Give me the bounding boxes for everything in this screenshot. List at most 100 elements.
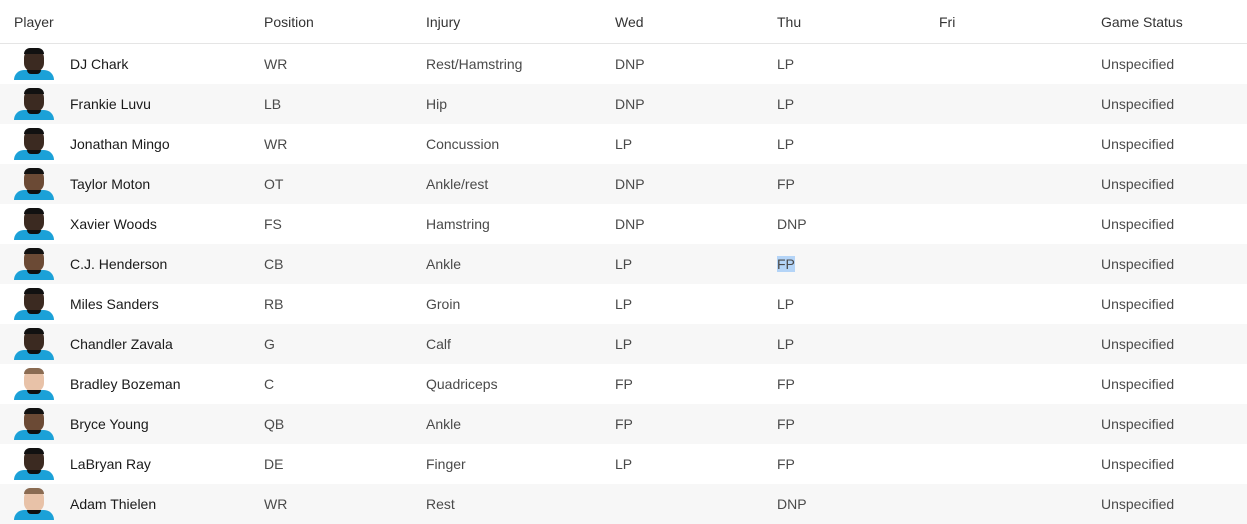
player-name[interactable]: Chandler Zavala <box>70 336 173 352</box>
thu-cell: FP <box>777 404 939 444</box>
header-injury[interactable]: Injury <box>426 0 615 44</box>
position-cell: OT <box>264 164 426 204</box>
thu-cell: LP <box>777 324 939 364</box>
header-player[interactable]: Player <box>0 0 264 44</box>
table-row: Bryce Young QB Ankle FP FP Unspecified <box>0 404 1247 444</box>
position-cell: FS <box>264 216 282 232</box>
wed-cell: LP <box>615 296 633 312</box>
player-name[interactable]: Frankie Luvu <box>70 96 151 112</box>
thu-cell: FP <box>777 456 795 472</box>
wed-cell: FP <box>615 376 633 392</box>
player-name[interactable]: LaBryan Ray <box>70 456 151 472</box>
fri-cell <box>939 244 1101 284</box>
game-status-cell: Unspecified <box>1101 216 1175 232</box>
wed-cell: LP <box>615 324 777 364</box>
injury-cell: Quadriceps <box>426 376 498 392</box>
injury-cell: Hip <box>426 84 615 124</box>
injury-cell: Ankle <box>426 244 615 284</box>
position-cell: WR <box>264 484 426 524</box>
injury-cell: Finger <box>426 456 466 472</box>
player-headshot-icon[interactable] <box>14 88 54 120</box>
player-name[interactable]: Taylor Moton <box>70 176 150 192</box>
player-name[interactable]: Bradley Bozeman <box>70 376 181 392</box>
player-name[interactable]: C.J. Henderson <box>70 256 167 272</box>
game-status-cell: Unspecified <box>1101 376 1175 392</box>
position-cell: WR <box>264 136 288 152</box>
wed-cell: LP <box>615 136 633 152</box>
fri-cell <box>939 204 1101 244</box>
thu-cell: LP <box>777 84 939 124</box>
wed-cell: LP <box>615 456 633 472</box>
header-thu[interactable]: Thu <box>777 0 939 44</box>
player-name[interactable]: Miles Sanders <box>70 296 159 312</box>
game-status-cell: Unspecified <box>1101 84 1247 124</box>
injury-cell: Rest/Hamstring <box>426 56 523 72</box>
player-headshot-icon[interactable] <box>14 128 54 160</box>
thu-cell: DNP <box>777 484 939 524</box>
injury-report-table: Player Position Injury Wed Thu Fri Game … <box>0 0 1247 524</box>
wed-cell <box>615 484 777 524</box>
thu-cell: FP <box>777 244 939 284</box>
thu-cell: FP <box>777 376 795 392</box>
fri-cell <box>939 84 1101 124</box>
table-row: Xavier Woods FS Hamstring DNP DNP Unspec… <box>0 204 1247 244</box>
table-row: Frankie Luvu LB Hip DNP LP Unspecified <box>0 84 1247 124</box>
player-headshot-icon[interactable] <box>14 488 54 520</box>
player-headshot-icon[interactable] <box>14 448 54 480</box>
injury-cell: Groin <box>426 296 461 312</box>
position-cell: QB <box>264 404 426 444</box>
table-row: Chandler Zavala G Calf LP LP Unspecified <box>0 324 1247 364</box>
selected-text[interactable]: FP <box>777 256 795 272</box>
fri-cell <box>939 404 1101 444</box>
game-status-cell: Unspecified <box>1101 56 1175 72</box>
player-name[interactable]: DJ Chark <box>70 56 128 72</box>
header-position[interactable]: Position <box>264 0 426 44</box>
header-game-status[interactable]: Game Status <box>1101 0 1247 44</box>
thu-cell: DNP <box>777 216 807 232</box>
thu-cell: LP <box>777 136 795 152</box>
fri-cell <box>939 324 1101 364</box>
player-headshot-icon[interactable] <box>14 288 54 320</box>
player-name[interactable]: Bryce Young <box>70 416 149 432</box>
game-status-cell: Unspecified <box>1101 296 1175 312</box>
injury-cell: Calf <box>426 324 615 364</box>
injury-cell: Rest <box>426 484 615 524</box>
player-headshot-icon[interactable] <box>14 408 54 440</box>
injury-cell: Hamstring <box>426 216 490 232</box>
wed-cell: DNP <box>615 216 645 232</box>
player-name[interactable]: Xavier Woods <box>70 216 157 232</box>
game-status-cell: Unspecified <box>1101 244 1247 284</box>
fri-cell <box>939 284 1101 324</box>
player-headshot-icon[interactable] <box>14 328 54 360</box>
table-row: LaBryan Ray DE Finger LP FP Unspecified <box>0 444 1247 484</box>
game-status-cell: Unspecified <box>1101 484 1247 524</box>
table-row: DJ Chark WR Rest/Hamstring DNP LP Unspec… <box>0 44 1247 85</box>
wed-cell: DNP <box>615 164 777 204</box>
position-cell: CB <box>264 244 426 284</box>
wed-cell: FP <box>615 404 777 444</box>
game-status-cell: Unspecified <box>1101 404 1247 444</box>
injury-cell: Ankle/rest <box>426 164 615 204</box>
table-header-row: Player Position Injury Wed Thu Fri Game … <box>0 0 1247 44</box>
game-status-cell: Unspecified <box>1101 324 1247 364</box>
position-cell: G <box>264 324 426 364</box>
player-headshot-icon[interactable] <box>14 208 54 240</box>
player-headshot-icon[interactable] <box>14 368 54 400</box>
player-name[interactable]: Adam Thielen <box>70 496 156 512</box>
player-name[interactable]: Jonathan Mingo <box>70 136 170 152</box>
fri-cell <box>939 164 1101 204</box>
table-row: Taylor Moton OT Ankle/rest DNP FP Unspec… <box>0 164 1247 204</box>
player-headshot-icon[interactable] <box>14 248 54 280</box>
fri-cell <box>939 484 1101 524</box>
position-cell: WR <box>264 56 288 72</box>
table-row: Jonathan Mingo WR Concussion LP LP Unspe… <box>0 124 1247 164</box>
injury-cell: Concussion <box>426 136 500 152</box>
player-headshot-icon[interactable] <box>14 48 54 80</box>
header-fri[interactable]: Fri <box>939 0 1101 44</box>
player-headshot-icon[interactable] <box>14 168 54 200</box>
table-row: Miles Sanders RB Groin LP LP Unspecified <box>0 284 1247 324</box>
thu-cell: LP <box>777 56 795 72</box>
thu-cell: LP <box>777 296 795 312</box>
table-row: C.J. Henderson CB Ankle LP FP Unspecifie… <box>0 244 1247 284</box>
header-wed[interactable]: Wed <box>615 0 777 44</box>
